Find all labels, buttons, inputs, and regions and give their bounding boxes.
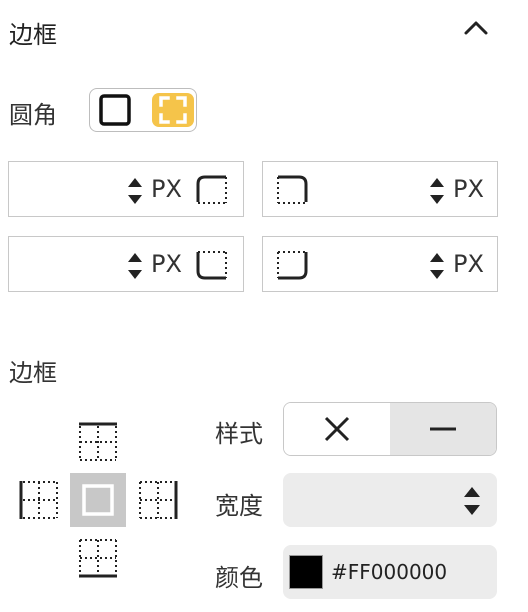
unit-label: PX <box>151 175 182 203</box>
border-width-select[interactable] <box>283 473 497 527</box>
border-bottom-button[interactable] <box>77 537 119 579</box>
spinner-icon[interactable] <box>127 250 143 282</box>
square-icon <box>99 94 131 126</box>
corner-top-right-icon <box>277 175 308 204</box>
border-bottom-icon <box>79 539 117 578</box>
corner-bottom-left-icon <box>196 251 227 280</box>
width-label: 宽度 <box>215 492 263 520</box>
unit-label: PX <box>151 250 182 278</box>
border-all-icon <box>82 484 114 516</box>
style-none-button[interactable] <box>284 403 390 455</box>
color-value: #FF000000 <box>331 560 448 584</box>
spinner-icon[interactable] <box>127 175 143 207</box>
border-top-icon <box>79 422 117 461</box>
style-label: 样式 <box>215 420 263 448</box>
border-color-field[interactable]: #FF000000 <box>283 545 497 599</box>
border-style-segmented <box>283 402 497 456</box>
unit-label: PX <box>453 175 484 203</box>
border-right-icon <box>139 481 178 519</box>
spinner-icon[interactable] <box>463 484 481 522</box>
color-swatch[interactable] <box>289 555 323 589</box>
border-left-button[interactable] <box>18 479 60 521</box>
uniform-radius-button[interactable] <box>94 93 136 127</box>
corner-top-left-icon <box>196 175 227 204</box>
radius-top-left-field[interactable]: PX <box>8 161 244 217</box>
border-right-button[interactable] <box>137 479 179 521</box>
radius-label: 圆角 <box>9 101 57 129</box>
radius-top-right-field[interactable]: PX <box>262 161 498 217</box>
solid-line-icon <box>430 427 456 431</box>
radius-bottom-left-field[interactable]: PX <box>8 236 244 292</box>
collapse-chevron-up-icon[interactable] <box>462 18 490 42</box>
radius-bottom-right-field[interactable]: PX <box>262 236 498 292</box>
border-top-button[interactable] <box>77 421 119 463</box>
color-label: 颜色 <box>215 564 263 592</box>
corner-bottom-right-icon <box>277 251 308 280</box>
border-left-icon <box>19 481 58 519</box>
individual-radius-button[interactable] <box>152 93 194 127</box>
spinner-icon[interactable] <box>429 250 445 282</box>
spinner-icon[interactable] <box>429 175 445 207</box>
unit-label: PX <box>453 250 484 278</box>
style-solid-button[interactable] <box>390 403 496 455</box>
radius-mode-toggle <box>89 88 197 132</box>
close-icon <box>324 416 350 442</box>
border-all-button[interactable] <box>70 473 126 527</box>
corners-icon <box>159 96 187 124</box>
border-label: 边框 <box>9 359 57 387</box>
section-title: 边框 <box>9 21 57 49</box>
